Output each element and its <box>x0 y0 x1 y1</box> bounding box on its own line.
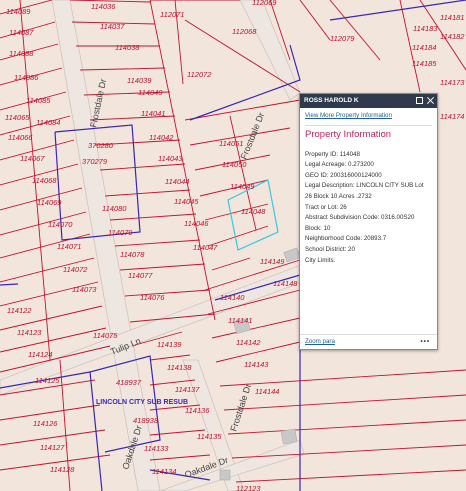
parcel-label: 114041 <box>141 109 165 118</box>
parcel-label: 370279 <box>82 157 108 166</box>
parcel-label: 114070 <box>48 220 73 229</box>
parcel-label: 114173 <box>440 78 465 87</box>
parcel-label: 114043 <box>158 154 183 163</box>
parcel-label: 112068 <box>232 27 257 36</box>
parcel-label: 114181 <box>440 13 464 22</box>
parcel-label: 114182 <box>440 32 465 41</box>
parcel-label: 114048 <box>241 207 266 216</box>
parcel-label: 114068 <box>32 176 57 185</box>
popup-title: Property Information <box>305 128 392 140</box>
parcel-label: 114037 <box>100 22 125 31</box>
parcel-label: 114077 <box>128 271 153 280</box>
parcel-label: 114044 <box>165 177 189 186</box>
parcel-label: 114066 <box>8 133 33 142</box>
row-abstract-code: Abstract Subdivision Code: 0316.00S20 <box>305 214 415 222</box>
parcel-label: 114127 <box>40 443 65 452</box>
parcel-label: 114076 <box>140 293 165 302</box>
parcel-label: 114039 <box>127 76 152 85</box>
parcel-label: 112071 <box>160 10 184 19</box>
parcel-label: 114080 <box>102 204 127 213</box>
maximize-icon[interactable] <box>416 97 423 104</box>
parcel-label: 114036 <box>91 2 116 11</box>
row-school-district: School District: 20 <box>305 245 355 253</box>
parcel-label: 114183 <box>413 24 438 33</box>
parcel-label: 114143 <box>244 360 269 369</box>
row-geo-id: GEO ID: 200316000124000 <box>305 171 382 179</box>
parcel-label: 114128 <box>50 465 75 474</box>
parcel-label: 114045 <box>174 197 199 206</box>
parcel-label: 114141 <box>228 316 252 325</box>
parcel-label: 114140 <box>220 293 245 302</box>
parcel-label: 114079 <box>108 228 133 237</box>
parcel-label: 114185 <box>412 59 437 68</box>
close-icon[interactable] <box>427 97 434 104</box>
row-tract-lot: Tract or Lot: 26 <box>305 203 347 211</box>
parcel-label: 114088 <box>9 49 34 58</box>
parcel-label: 114134 <box>152 467 176 476</box>
parcel-label: 114174 <box>440 112 464 121</box>
parcel-label: 114133 <box>144 444 169 453</box>
parcel-label: 114144 <box>255 387 279 396</box>
more-actions-icon[interactable]: ••• <box>421 335 431 349</box>
parcel-label: 114142 <box>236 338 261 347</box>
parcel-label: 114086 <box>14 73 39 82</box>
parcel-label: 418937 <box>116 378 142 387</box>
parcel-label: 112072 <box>187 70 212 79</box>
parcel-label: 112069 <box>252 0 277 7</box>
parcel-label: 114126 <box>33 419 58 428</box>
parcel-label: 114124 <box>28 350 52 359</box>
parcel-label: 114069 <box>37 198 62 207</box>
parcel-label: 114051 <box>219 139 243 148</box>
parcel-label: 114073 <box>72 285 97 294</box>
parcel-label: 114065 <box>5 113 30 122</box>
parcel-label: 114049 <box>230 182 255 191</box>
row-legal-description: Legal Description: LINCOLN CITY SUB Lot … <box>305 182 424 200</box>
zoom-to-link[interactable]: Zoom para <box>305 338 335 345</box>
parcel-label: 114137 <box>175 385 200 394</box>
parcel-label: 114125 <box>35 376 60 385</box>
parcel-label: 112079 <box>330 34 355 43</box>
popup-header: ROSS HAROLD K <box>300 94 437 108</box>
parcel-label: 114136 <box>185 406 210 415</box>
parcel-label: 114050 <box>222 160 247 169</box>
row-block: Block: 10 <box>305 224 331 232</box>
parcel-label: 418938 <box>133 416 159 425</box>
parcel-label: 114067 <box>20 154 45 163</box>
row-city-limits: City Limits: <box>305 256 336 264</box>
parcel-label: 114087 <box>9 28 34 37</box>
parcel-label: 114085 <box>26 96 51 105</box>
view-more-link[interactable]: View More Property Information <box>305 111 432 122</box>
parcel-label: 112123 <box>236 484 261 491</box>
popup-footer: Zoom para ••• <box>300 334 437 349</box>
parcel-label: 114139 <box>157 340 182 349</box>
parcel-label: 114075 <box>93 331 118 340</box>
parcel-label: 114149 <box>260 257 285 266</box>
parcel-label: 114084 <box>36 118 60 127</box>
parcel-label: 114042 <box>149 133 174 142</box>
parcel-label: 114122 <box>7 306 32 315</box>
parcel-label: 114089 <box>6 7 31 16</box>
parcel-label: 114038 <box>115 43 140 52</box>
parcel-label: 114040 <box>138 88 163 97</box>
parcel-label: 114078 <box>120 250 145 259</box>
parcel-label: 114123 <box>17 328 42 337</box>
parcel-label: 370280 <box>88 141 114 150</box>
parcel-label: 114046 <box>184 219 209 228</box>
row-property-id: Property ID: 114048 <box>305 150 360 158</box>
parcel-label: 114072 <box>63 265 88 274</box>
subdivision-label: LINCOLN CITY SUB RESUB <box>96 399 188 406</box>
owner-name: ROSS HAROLD K <box>304 97 359 104</box>
parcel-label: 114135 <box>197 432 222 441</box>
parcel-label: 114184 <box>412 43 436 52</box>
divider <box>305 124 432 126</box>
row-neighborhood-code: Neighborhood Code: 20893.7 <box>305 235 387 243</box>
parcel-label: 114148 <box>273 279 298 288</box>
parcel-label: 114047 <box>193 243 218 252</box>
parcel-label: 114138 <box>167 363 192 372</box>
parcel-label: 114071 <box>57 242 81 251</box>
row-legal-acreage: Legal Acreage: 0.273200 <box>305 161 374 169</box>
property-popup: ROSS HAROLD K View More Property Informa… <box>299 93 438 350</box>
